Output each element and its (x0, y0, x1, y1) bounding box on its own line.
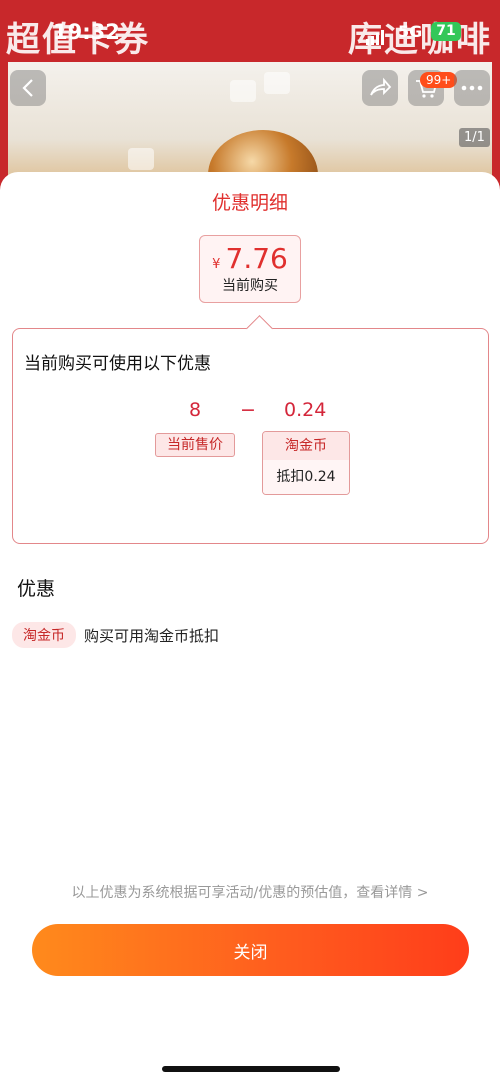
currency-symbol: ¥ (212, 257, 221, 272)
original-price-value: 8 (189, 399, 202, 421)
back-button[interactable] (10, 70, 46, 106)
close-button[interactable]: 关闭 (32, 924, 469, 976)
battery-icon: 71 (431, 22, 461, 41)
card-pointer (246, 315, 273, 342)
share-icon (370, 77, 392, 96)
price-caption: 当前购买 (222, 278, 278, 294)
detail-heading: 当前购买可使用以下优惠 (24, 354, 211, 374)
promotion-description: 购买可用淘金币抵扣 (84, 626, 220, 645)
home-indicator (162, 1066, 340, 1072)
promotion-item: 淘金币 购买可用淘金币抵扣 (12, 622, 219, 648)
discount-value: 0.24 (284, 399, 327, 421)
ice-cube (128, 148, 154, 170)
signal-icon (366, 26, 386, 45)
network-label: 5G (398, 22, 423, 41)
promotions-heading: 优惠 (17, 578, 56, 600)
more-button[interactable] (454, 70, 490, 106)
promotion-tag: 淘金币 (12, 622, 76, 648)
coin-discount-tag: 淘金币 抵扣0.24 (262, 431, 350, 495)
coin-discount-tag-title: 淘金币 (263, 432, 349, 460)
discount-detail-sheet: 优惠明细 ¥ 7.76 当前购买 当前购买可使用以下优惠 8 − 0.24 当前… (0, 172, 500, 1082)
status-time: 19:32 (53, 20, 120, 44)
chevron-left-icon (22, 79, 33, 97)
current-price: ¥ 7.76 (200, 242, 300, 275)
cart-count-badge: 99+ (420, 72, 458, 88)
minus-operator: − (240, 399, 256, 421)
share-button[interactable] (362, 70, 398, 106)
current-price-box: ¥ 7.76 当前购买 (199, 235, 301, 303)
ice-cube (264, 72, 290, 94)
original-price-tag: 当前售价 (155, 433, 235, 457)
price-value: 7.76 (225, 242, 288, 275)
view-details-link[interactable]: 以上优惠为系统根据可享活动/优惠的预估值，查看详情 > (0, 882, 500, 902)
image-page-indicator: 1/1 (459, 128, 490, 147)
ice-cube (230, 80, 256, 102)
more-icon (461, 85, 483, 91)
coin-discount-tag-value: 抵扣0.24 (263, 460, 349, 494)
sheet-title: 优惠明细 (211, 192, 288, 214)
discount-calculation-card: 当前购买可使用以下优惠 8 − 0.24 当前售价 淘金币 抵扣0.24 (12, 315, 489, 544)
